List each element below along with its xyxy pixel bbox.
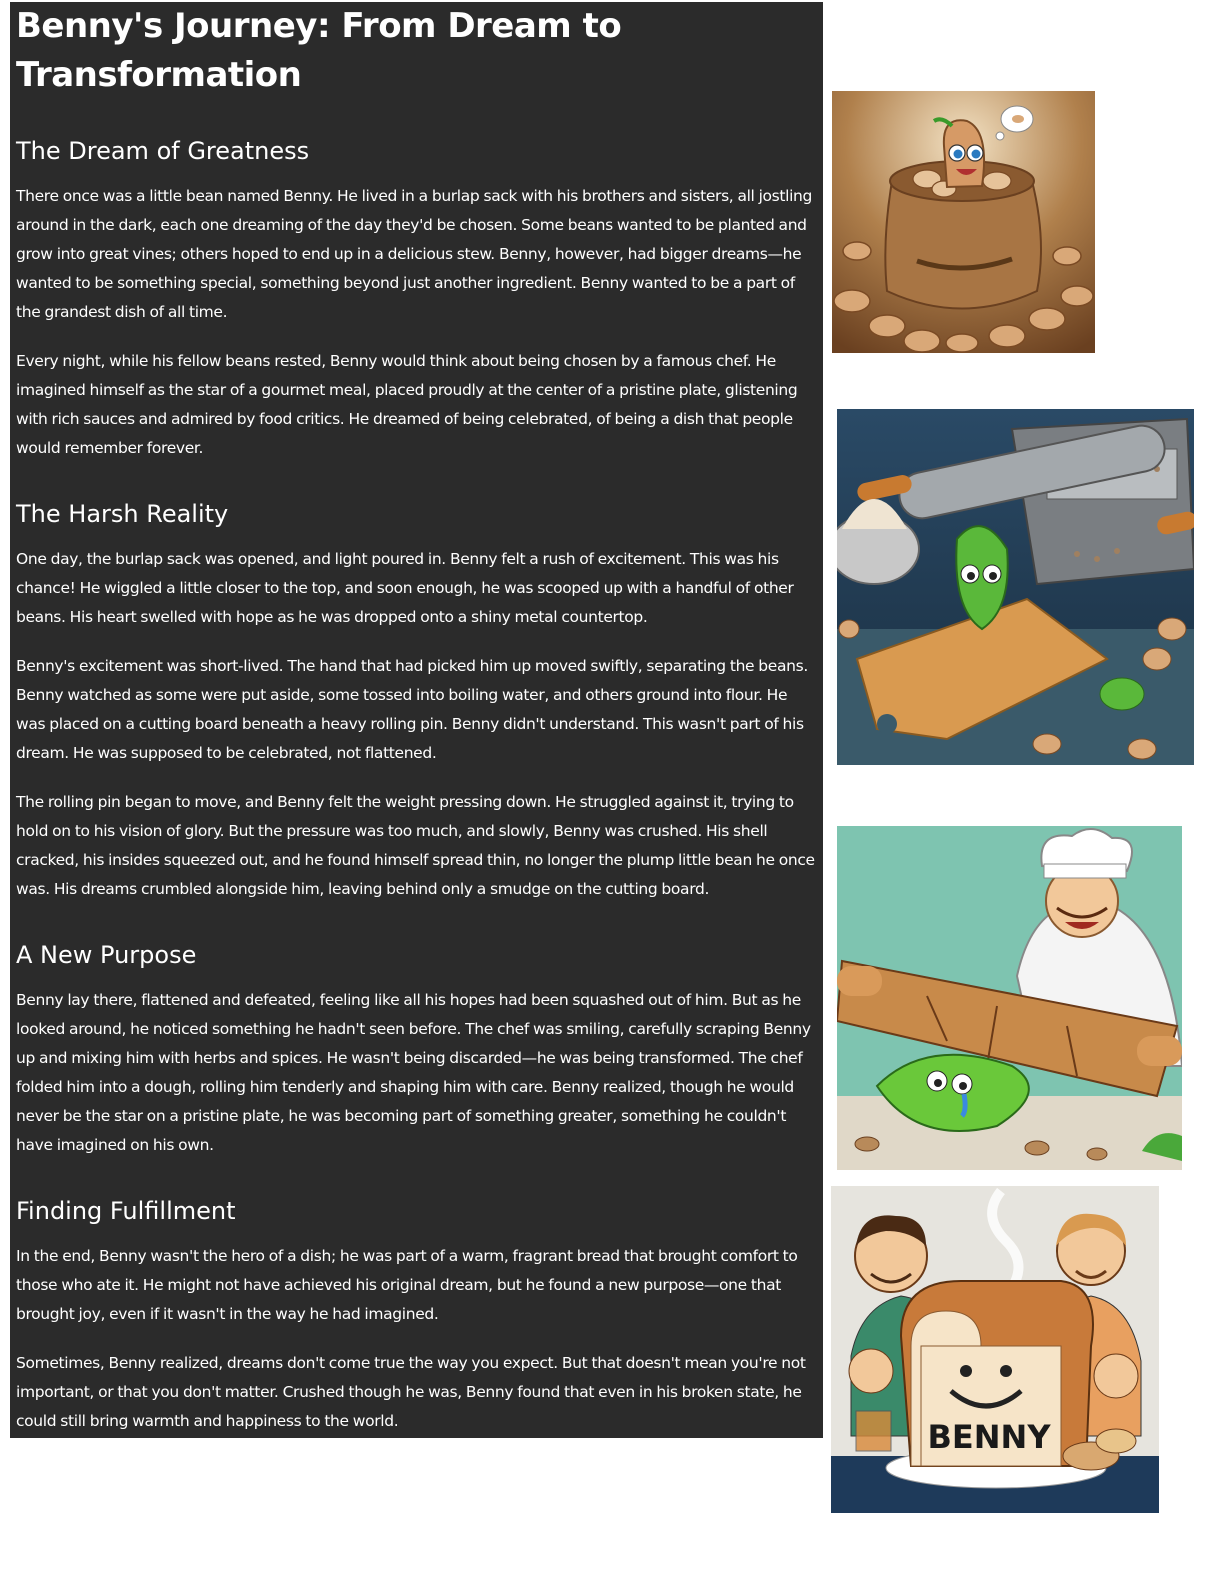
section-heading-fulfillment: Finding Fulfillment (16, 1197, 236, 1225)
story-title: Benny's Journey: From Dream to Transform… (16, 6, 622, 95)
paragraph: Every night, while his fellow beans rest… (16, 352, 798, 457)
paragraph: The rolling pin began to move, and Benny… (16, 793, 815, 898)
paragraph: One day, the burlap sack was opened, and… (16, 550, 794, 626)
illustration-benny-bread: BENNY (831, 1186, 1159, 1513)
paragraph: In the end, Benny wasn't the hero of a d… (16, 1247, 798, 1323)
story-panel: Benny's Journey: From Dream to Transform… (10, 2, 823, 1438)
section-heading-dream: The Dream of Greatness (16, 137, 310, 165)
bread-label: BENNY (928, 1418, 1052, 1456)
paragraph: Sometimes, Benny realized, dreams don't … (16, 1354, 806, 1430)
illustration-bean-in-sack (832, 91, 1095, 353)
paragraph: There once was a little bean named Benny… (16, 187, 813, 321)
section-heading-reality: The Harsh Reality (16, 500, 229, 528)
illustration-chef-rolling-pin (837, 826, 1182, 1170)
paragraph: Benny lay there, flattened and defeated,… (16, 991, 811, 1154)
illustration-cutting-board (837, 409, 1194, 765)
section-heading-purpose: A New Purpose (16, 941, 197, 969)
paragraph: Benny's excitement was short-lived. The … (16, 657, 808, 762)
